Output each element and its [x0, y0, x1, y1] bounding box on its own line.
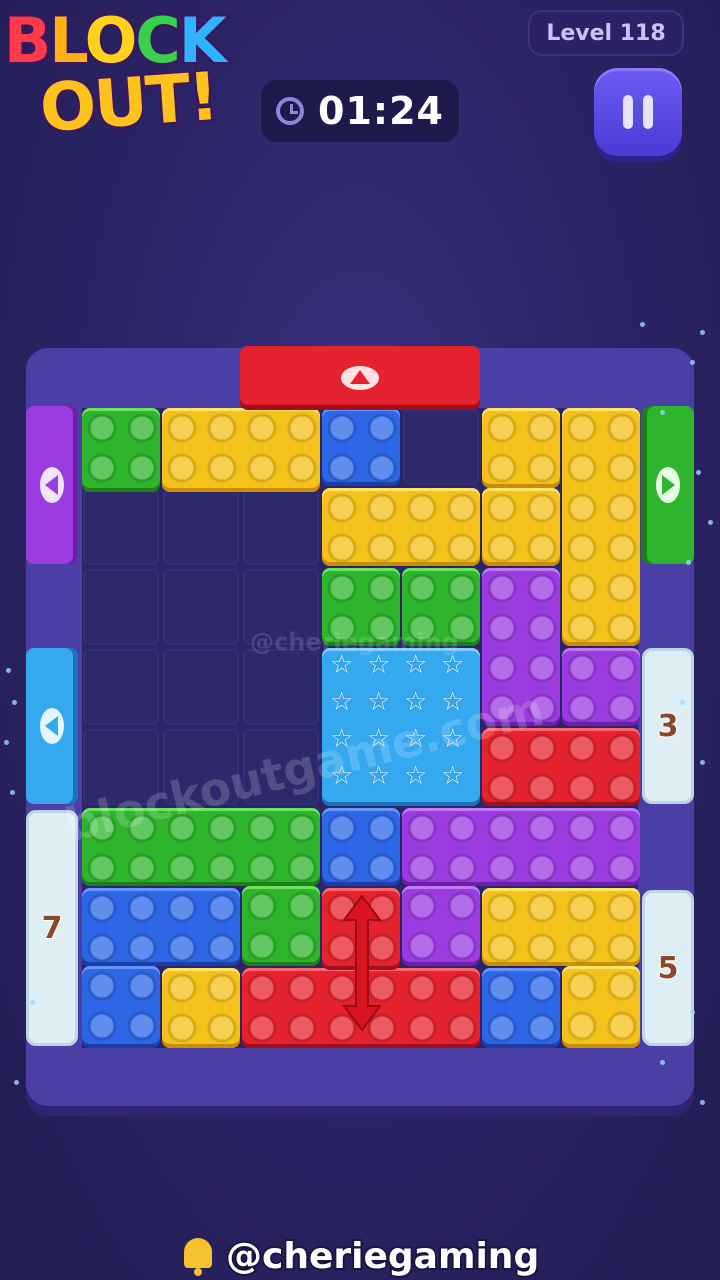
water-droplet [696, 470, 701, 475]
arrow-left-icon [40, 467, 64, 503]
block-yellow-l[interactable] [482, 488, 560, 566]
level-indicator: Level 118 [528, 10, 684, 56]
block-yellow[interactable] [322, 488, 480, 566]
logo-line2: OUT! [35, 55, 222, 149]
water-droplet [660, 1060, 665, 1065]
water-droplet [6, 668, 11, 673]
grid-cell [163, 569, 239, 645]
footer: @cheriegaming [180, 1232, 560, 1280]
block-blue[interactable] [322, 408, 400, 486]
water-droplet [10, 790, 15, 795]
water-droplet [680, 700, 685, 705]
block-purple[interactable] [402, 808, 640, 886]
timer: 01:24 [261, 80, 459, 142]
block-yellow-l[interactable] [562, 966, 640, 1048]
block-yellow-l[interactable] [482, 888, 640, 966]
arrow-up-icon [341, 366, 379, 390]
water-droplet [686, 560, 691, 565]
grid-cell [83, 569, 159, 645]
frozen-count: 7 [41, 910, 64, 947]
frozen-gate-right-b: 5 [642, 890, 694, 1046]
block-yellow[interactable] [162, 408, 320, 492]
block-blue-l[interactable] [82, 966, 160, 1048]
block-purple[interactable] [562, 648, 640, 726]
star-icon: ☆ [367, 687, 391, 717]
clock-icon [276, 97, 305, 125]
pause-icon [623, 95, 633, 129]
grid-cell [403, 409, 479, 485]
gate-left-purple [26, 406, 78, 564]
arrow-left-icon [40, 708, 64, 744]
block-yellow[interactable] [482, 408, 560, 488]
block-blue[interactable] [322, 808, 400, 886]
grid-cell [83, 489, 159, 565]
block-yellow[interactable] [162, 968, 240, 1048]
water-droplet [700, 330, 705, 335]
water-droplet [30, 1000, 35, 1005]
grid-cell [243, 489, 319, 565]
water-droplet [690, 1010, 695, 1015]
block-green[interactable] [82, 408, 160, 492]
water-droplet [640, 322, 645, 327]
timer-value: 01:24 [318, 89, 444, 133]
water-droplet [14, 1080, 19, 1085]
frozen-count: 5 [657, 950, 680, 987]
water-droplet [690, 360, 695, 365]
water-droplet [4, 740, 9, 745]
block-green-l[interactable] [242, 886, 320, 966]
frozen-count: 3 [657, 708, 680, 745]
double-arrow-icon [342, 894, 382, 1032]
star-icon: ☆ [330, 687, 354, 717]
block-blue[interactable] [482, 968, 560, 1048]
frozen-gate-right-a: 3 [642, 648, 694, 804]
bell-icon [180, 1236, 216, 1276]
block-blue-l[interactable] [82, 888, 240, 966]
block-purple[interactable] [402, 886, 480, 966]
game-logo: BLOCK OUT! [0, 0, 262, 150]
arrow-right-icon [656, 467, 680, 503]
water-droplet [700, 1100, 705, 1105]
grid-cell [83, 649, 159, 725]
gate-top-red [240, 346, 480, 410]
water-droplet [12, 700, 17, 705]
frozen-gate-left: 7 [26, 810, 78, 1046]
water-droplet [708, 520, 713, 525]
gate-right-green [642, 406, 694, 564]
watermark-handle: @cheriegaming [250, 628, 459, 656]
footer-handle: @cheriegaming [224, 1234, 541, 1279]
gate-left-cyan [26, 648, 78, 804]
star-icon: ☆ [441, 761, 465, 791]
grid-cell [163, 489, 239, 565]
grid-cell [243, 649, 319, 725]
water-droplet [700, 760, 705, 765]
grid-cell [163, 649, 239, 725]
block-yellow-l[interactable] [562, 408, 640, 646]
water-droplet [660, 410, 665, 415]
pause-button[interactable] [594, 68, 682, 156]
